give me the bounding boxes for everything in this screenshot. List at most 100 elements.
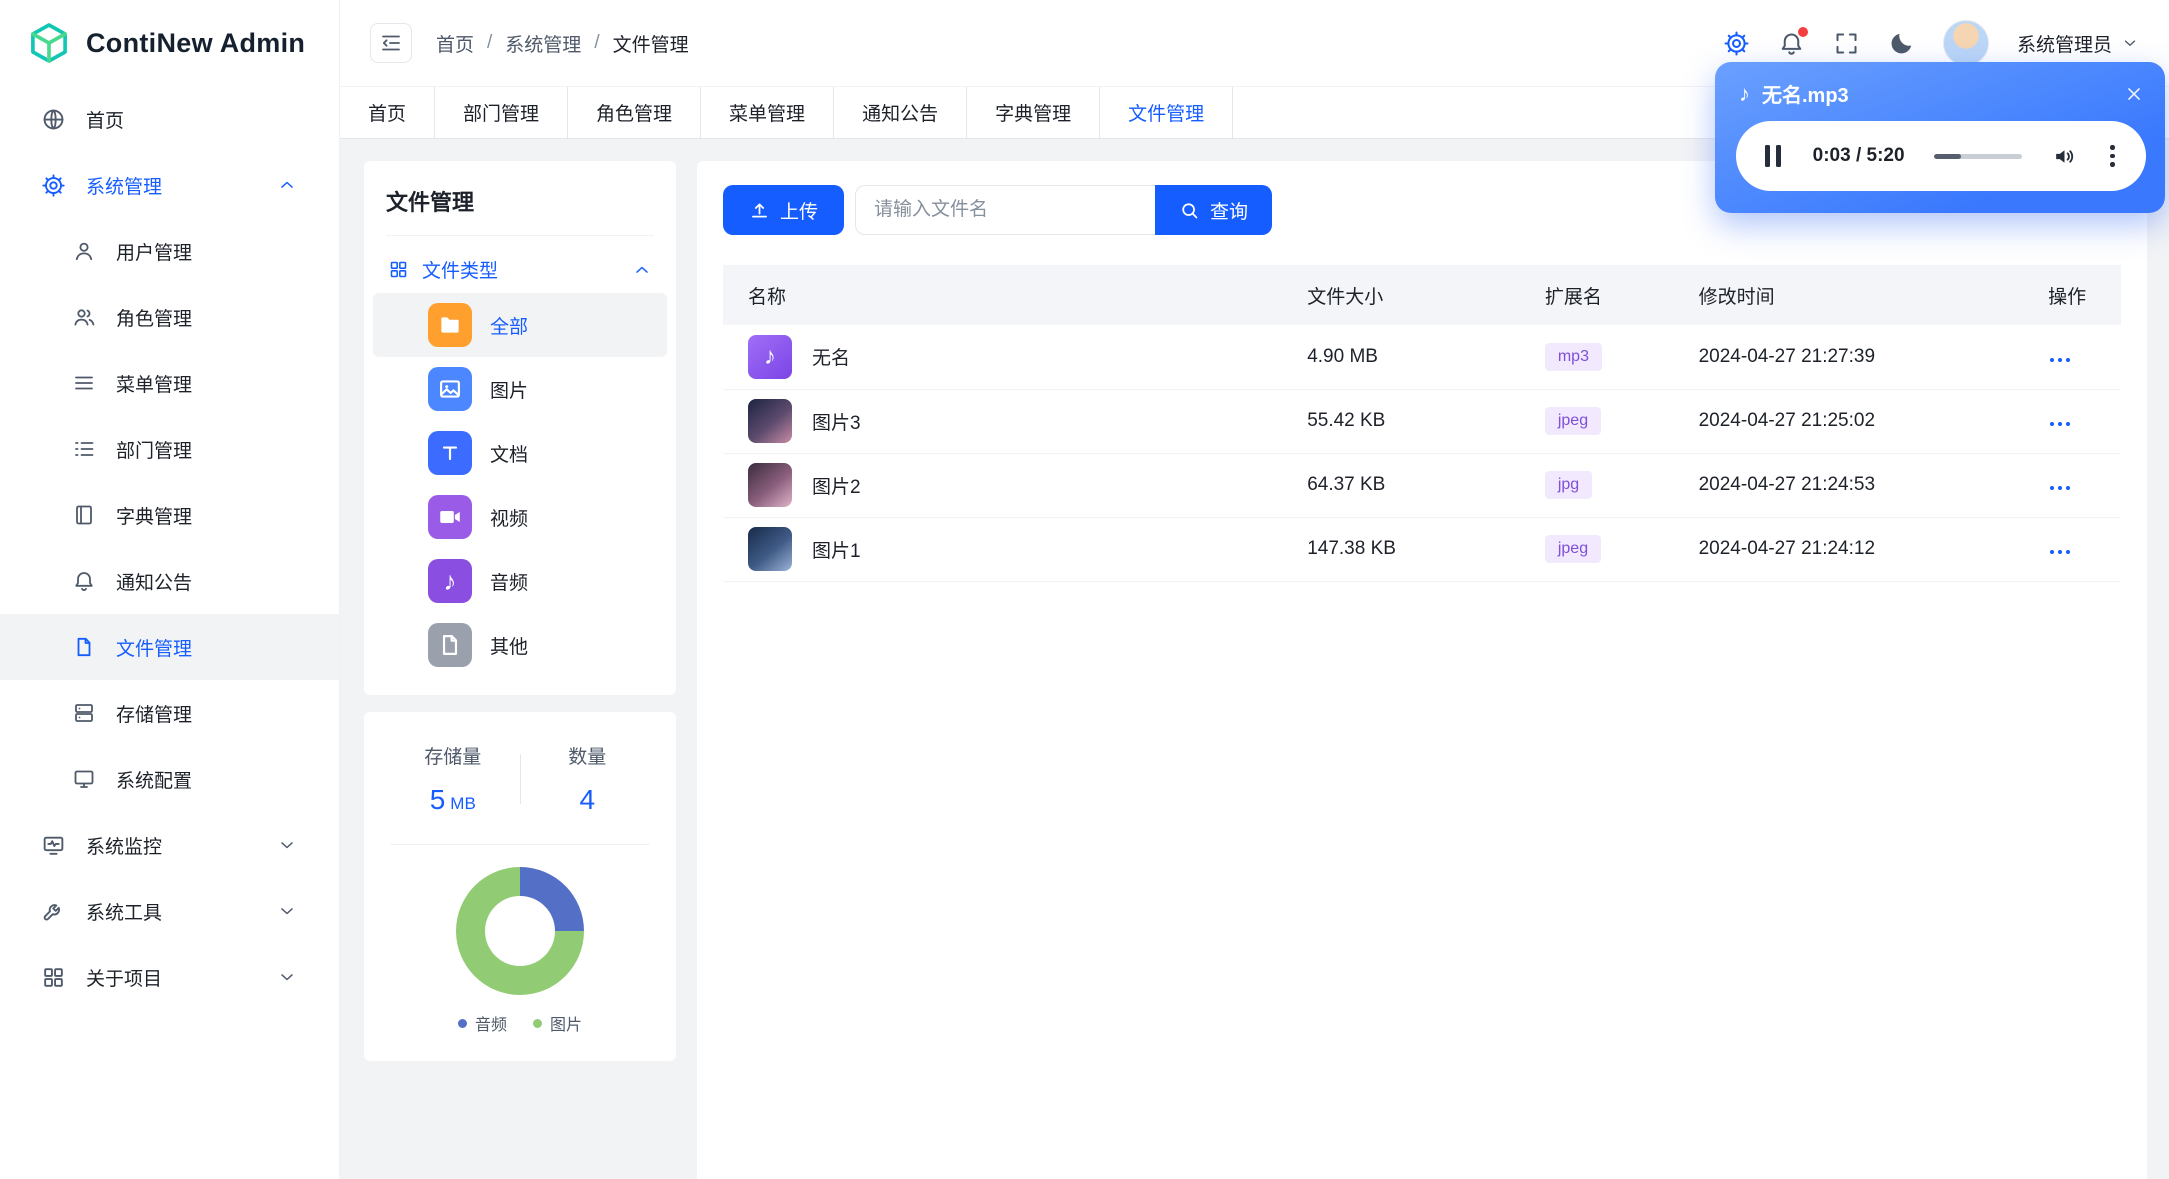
audio-player-popup: ♪ 无名.mp3 0:03 / 5:20 <box>1715 62 2165 213</box>
page-content: 文件管理 文件类型 全部 图片 文档 视频 ♪ 音频 其他 存储量 5 MB 数… <box>340 139 2169 1179</box>
sidebar-item-tools[interactable]: 系统工具 <box>0 878 339 944</box>
sidebar-item-dictionaries[interactable]: 字典管理 <box>0 482 339 548</box>
file-type-videos[interactable]: 视频 <box>373 485 667 549</box>
app-title: ContiNew Admin <box>86 27 306 58</box>
file-name[interactable]: 无名 <box>812 343 850 370</box>
app-logo[interactable]: ContiNew Admin <box>0 0 339 86</box>
settings-gear-icon[interactable] <box>1723 30 1750 57</box>
tab-dictionaries[interactable]: 字典管理 <box>967 87 1101 138</box>
image-thumbnail <box>748 527 792 571</box>
sidebar-item-users[interactable]: 用户管理 <box>0 218 339 284</box>
file-size: 4.90 MB <box>1282 325 1520 390</box>
row-actions-ellipsis-icon[interactable] <box>2048 480 2072 496</box>
file-type-documents[interactable]: 文档 <box>373 421 667 485</box>
music-icon: ♪ <box>428 559 472 603</box>
file-size: 55.42 KB <box>1282 389 1520 454</box>
upload-button[interactable]: 上传 <box>723 185 845 235</box>
table-header-row: 名称 文件大小 扩展名 修改时间 操作 <box>723 265 2121 325</box>
table-row[interactable]: ♪ 无名 4.90 MB mp3 2024-04-27 21:27:39 <box>723 325 2121 390</box>
sidebar-item-roles[interactable]: 角色管理 <box>0 284 339 350</box>
count-value: 4 <box>579 784 596 815</box>
sidebar-item-label: 用户管理 <box>116 242 193 264</box>
file-name[interactable]: 图片2 <box>812 472 861 499</box>
close-icon[interactable] <box>2123 83 2145 105</box>
column-header-ops: 操作 <box>2023 265 2121 325</box>
file-name[interactable]: 图片1 <box>812 536 861 563</box>
sidebar-item-about[interactable]: 关于项目 <box>0 944 339 1010</box>
user-menu[interactable]: 系统管理员 <box>2017 30 2139 57</box>
chevron-up-icon <box>632 260 652 280</box>
chevron-down-icon <box>277 901 297 921</box>
row-actions-ellipsis-icon[interactable] <box>2048 416 2072 432</box>
breadcrumb-item[interactable]: 系统管理 <box>505 30 581 57</box>
breadcrumb-item-current[interactable]: 文件管理 <box>613 30 689 57</box>
file-name[interactable]: 图片3 <box>812 408 861 435</box>
sidebar-item-files[interactable]: 文件管理 <box>0 614 339 680</box>
pause-button[interactable] <box>1763 141 1783 171</box>
sidebar-item-label: 通知公告 <box>116 572 193 594</box>
sidebar-item-home[interactable]: 首页 <box>0 86 339 152</box>
sidebar-item-label: 菜单管理 <box>116 374 193 396</box>
table-row[interactable]: 图片1 147.38 KB jpeg 2024-04-27 21:24:12 <box>723 517 2121 582</box>
user-avatar[interactable] <box>1942 20 1989 66</box>
gear-icon <box>41 173 66 198</box>
tab-roles[interactable]: 角色管理 <box>568 87 702 138</box>
storage-stats-card: 存储量 5 MB 数量 4 音频 图片 <box>364 712 676 1061</box>
sidebar-item-storage[interactable]: 存储管理 <box>0 680 339 746</box>
stats-row: 存储量 5 MB 数量 4 <box>386 742 654 816</box>
sidebar: ContiNew Admin 首页 系统管理 用户管理 角色管理 菜单管理 部门… <box>0 0 340 1179</box>
globe-icon <box>41 107 66 132</box>
video-icon <box>428 495 472 539</box>
sidebar-item-menus[interactable]: 菜单管理 <box>0 350 339 416</box>
dark-mode-moon-icon[interactable] <box>1888 30 1915 57</box>
column-header-size: 文件大小 <box>1282 265 1520 325</box>
sidebar-collapse-button[interactable] <box>370 23 412 63</box>
file-size: 64.37 KB <box>1282 453 1520 518</box>
chevron-down-icon <box>277 967 297 987</box>
column-header-time: 修改时间 <box>1673 265 2024 325</box>
sidebar-item-monitoring[interactable]: 系统监控 <box>0 812 339 878</box>
tab-menus[interactable]: 菜单管理 <box>701 87 835 138</box>
search-input[interactable] <box>855 185 1156 235</box>
breadcrumb-item[interactable]: 首页 <box>436 30 474 57</box>
notification-dot <box>1797 26 1808 37</box>
collapse-menu-icon <box>382 35 400 51</box>
sidebar-item-config[interactable]: 系统配置 <box>0 746 339 812</box>
file-type-label: 图片 <box>490 380 529 402</box>
table-row[interactable]: 图片2 64.37 KB jpg 2024-04-27 21:24:53 <box>723 453 2121 518</box>
sidebar-item-notices[interactable]: 通知公告 <box>0 548 339 614</box>
row-actions-ellipsis-icon[interactable] <box>2048 544 2072 560</box>
logo-cube-icon <box>26 20 72 66</box>
breadcrumb-separator: / <box>594 32 600 53</box>
tab-home[interactable]: 首页 <box>340 87 436 138</box>
fullscreen-icon[interactable] <box>1833 30 1860 57</box>
seek-slider[interactable] <box>1934 153 2023 159</box>
notification-bell-icon[interactable] <box>1778 26 1808 57</box>
file-type-all[interactable]: 全部 <box>373 293 667 357</box>
panel-title: 文件管理 <box>386 185 654 236</box>
sidebar-item-departments[interactable]: 部门管理 <box>0 416 339 482</box>
grid-icon <box>41 965 66 990</box>
tab-files-active[interactable]: 文件管理 <box>1100 87 1234 138</box>
tab-departments[interactable]: 部门管理 <box>435 87 569 138</box>
wrench-icon <box>41 899 66 924</box>
username-label: 系统管理员 <box>2016 34 2112 56</box>
volume-icon[interactable] <box>2052 144 2077 169</box>
kebab-menu-icon[interactable] <box>2106 141 2119 171</box>
modified-time: 2024-04-27 21:25:02 <box>1673 389 2024 454</box>
sidebar-item-system-management[interactable]: 系统管理 <box>0 152 339 218</box>
image-icon <box>428 367 472 411</box>
tab-notices[interactable]: 通知公告 <box>834 87 968 138</box>
table-row[interactable]: 图片3 55.42 KB jpeg 2024-04-27 21:25:02 <box>723 389 2121 454</box>
legend-dot <box>533 1018 542 1028</box>
ext-badge: jpg <box>1544 471 1593 499</box>
chevron-down-icon <box>2121 34 2139 52</box>
file-type-other[interactable]: 其他 <box>373 613 667 677</box>
file-types-card: 文件管理 文件类型 全部 图片 文档 视频 ♪ 音频 其他 <box>364 161 676 695</box>
file-type-group-toggle[interactable]: 文件类型 <box>388 256 652 283</box>
file-type-images[interactable]: 图片 <box>373 357 667 421</box>
file-type-audio[interactable]: ♪ 音频 <box>373 549 667 613</box>
query-button[interactable]: 查询 <box>1155 185 1273 235</box>
row-actions-ellipsis-icon[interactable] <box>2048 352 2072 368</box>
donut-legend: 音频 图片 <box>386 1011 654 1035</box>
